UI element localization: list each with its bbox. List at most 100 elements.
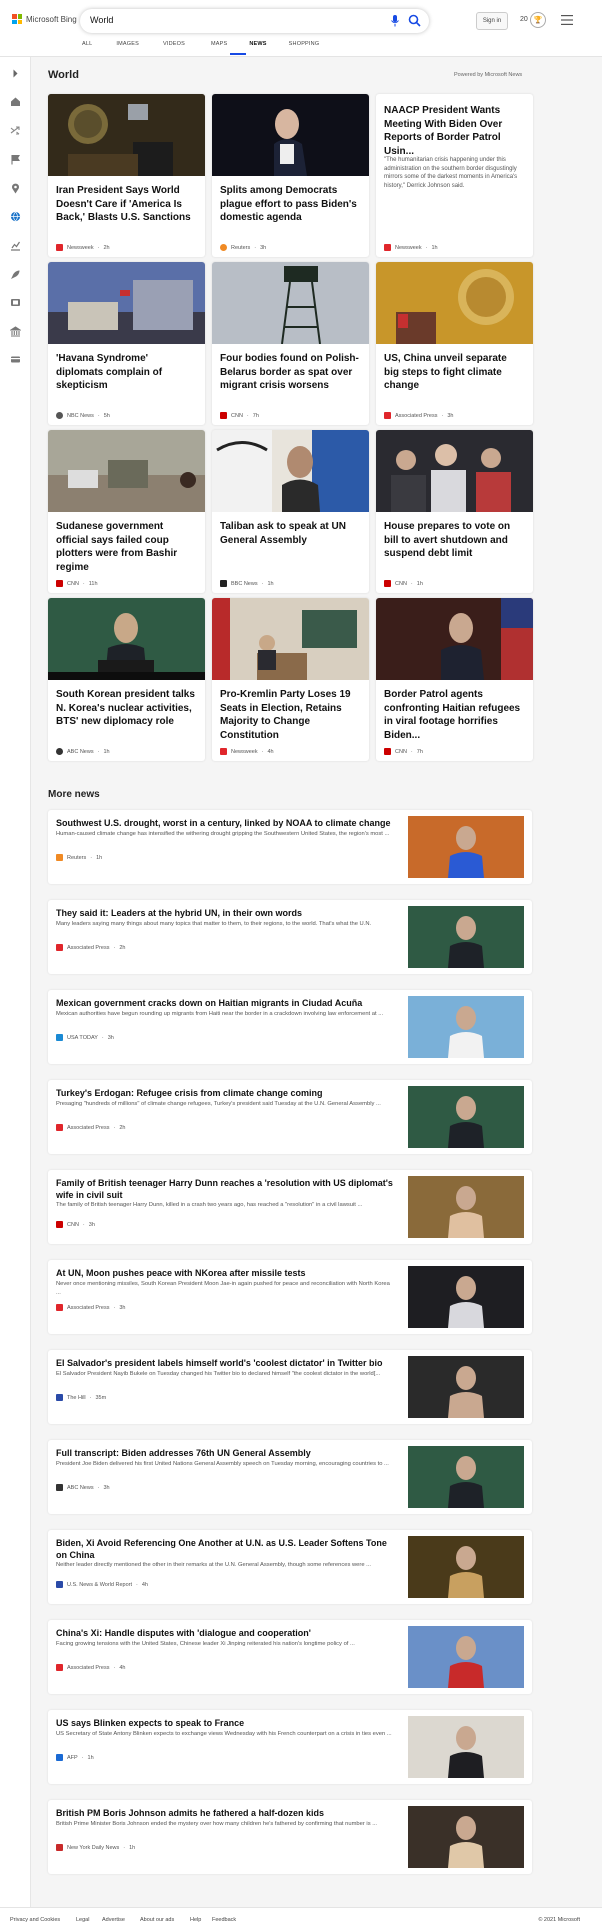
news-list-item[interactable]: Turkey's Erdogan: Refugee crisis from cl… bbox=[48, 1080, 532, 1154]
news-headline[interactable]: Splits among Democrats plague effort to … bbox=[220, 184, 360, 225]
rewards-trophy-icon[interactable]: 🏆 bbox=[530, 12, 546, 28]
news-headline[interactable]: Sudanese government official says failed… bbox=[56, 520, 196, 574]
bank-icon[interactable] bbox=[10, 326, 21, 337]
news-headline[interactable]: Iran President Says World Doesn't Care i… bbox=[56, 184, 196, 225]
news-card[interactable]: Border Patrol agents confronting Haitian… bbox=[376, 598, 533, 761]
news-headline[interactable]: At UN, Moon pushes peace with NKorea aft… bbox=[56, 1267, 396, 1279]
news-list-item[interactable]: Southwest U.S. drought, worst in a centu… bbox=[48, 810, 532, 884]
news-list-item[interactable]: Family of British teenager Harry Dunn re… bbox=[48, 1170, 532, 1244]
home-icon[interactable] bbox=[10, 96, 21, 107]
section-title-more-news: More news bbox=[48, 789, 100, 800]
news-source: BBC News · 1h bbox=[220, 580, 274, 587]
tab-maps[interactable]: MAPS bbox=[211, 41, 227, 47]
news-image bbox=[212, 598, 369, 680]
news-headline[interactable]: Southwest U.S. drought, worst in a centu… bbox=[56, 817, 396, 829]
footer-link-advertise[interactable]: Advertise bbox=[102, 1917, 125, 1923]
location-icon[interactable] bbox=[10, 183, 21, 194]
section-title-world: World bbox=[48, 69, 79, 81]
news-card[interactable]: Pro-Kremlin Party Loses 19 Seats in Elec… bbox=[212, 598, 369, 761]
news-headline[interactable]: South Korean president talks N. Korea's … bbox=[56, 688, 196, 729]
source-logo-icon bbox=[56, 1484, 63, 1491]
news-headline[interactable]: 'Havana Syndrome' diplomats complain of … bbox=[56, 352, 196, 393]
news-card[interactable]: Four bodies found on Polish-Belarus bord… bbox=[212, 262, 369, 425]
ap-logo-icon bbox=[384, 412, 391, 419]
news-card[interactable]: Iran President Says World Doesn't Care i… bbox=[48, 94, 205, 257]
footer-link-feedback[interactable]: Feedback bbox=[212, 1917, 236, 1923]
news-headline[interactable]: China's Xi: Handle disputes with 'dialog… bbox=[56, 1627, 396, 1639]
news-headline[interactable]: House prepares to vote on bill to avert … bbox=[384, 520, 524, 561]
news-card[interactable]: House prepares to vote on bill to avert … bbox=[376, 430, 533, 593]
news-card[interactable]: Splits among Democrats plague effort to … bbox=[212, 94, 369, 257]
shuffle-icon[interactable] bbox=[10, 125, 21, 136]
card-icon[interactable] bbox=[10, 354, 21, 365]
news-headline[interactable]: British PM Boris Johnson admits he fathe… bbox=[56, 1807, 396, 1819]
news-list-item[interactable]: Mexican government cracks down on Haitia… bbox=[48, 990, 532, 1064]
news-headline[interactable]: Biden, Xi Avoid Referencing One Another … bbox=[56, 1537, 396, 1561]
news-image bbox=[408, 816, 524, 878]
microphone-icon[interactable] bbox=[390, 15, 400, 27]
tab-shopping[interactable]: SHOPPING bbox=[289, 41, 320, 47]
news-list-item[interactable]: Full transcript: Biden addresses 76th UN… bbox=[48, 1440, 532, 1514]
news-list-item[interactable]: El Salvador's president labels himself w… bbox=[48, 1350, 532, 1424]
footer-link-about-ads[interactable]: About our ads bbox=[140, 1917, 174, 1923]
news-list-item[interactable]: They said it: Leaders at the hybrid UN, … bbox=[48, 900, 532, 974]
tab-images[interactable]: IMAGES bbox=[116, 41, 139, 47]
news-snippet: Human-caused climate change has intensif… bbox=[56, 831, 390, 837]
footer-link-help[interactable]: Help bbox=[190, 1917, 201, 1923]
news-card[interactable]: South Korean president talks N. Korea's … bbox=[48, 598, 205, 761]
brand-name: Microsoft Bing bbox=[26, 14, 77, 24]
news-headline[interactable]: NAACP President Wants Meeting With Biden… bbox=[384, 104, 524, 158]
news-list-item[interactable]: British PM Boris Johnson admits he fathe… bbox=[48, 1800, 532, 1874]
chevron-right-icon[interactable] bbox=[10, 68, 21, 79]
news-source: NBC News · 5h bbox=[56, 412, 110, 419]
news-source: AFP · 1h bbox=[56, 1754, 94, 1761]
news-headline[interactable]: US says Blinken expects to speak to Fran… bbox=[56, 1717, 396, 1729]
news-card[interactable]: NAACP President Wants Meeting With Biden… bbox=[376, 94, 533, 257]
copyright: © 2021 Microsoft bbox=[538, 1917, 580, 1923]
news-image bbox=[408, 1626, 524, 1688]
search-box[interactable]: World bbox=[80, 9, 429, 33]
abc-logo-icon bbox=[56, 748, 63, 755]
news-headline[interactable]: Family of British teenager Harry Dunn re… bbox=[56, 1177, 396, 1201]
hamburger-menu-icon[interactable] bbox=[561, 15, 573, 25]
tab-news[interactable]: NEWS bbox=[249, 41, 266, 47]
chart-icon[interactable] bbox=[10, 240, 21, 251]
news-headline[interactable]: Pro-Kremlin Party Loses 19 Seats in Elec… bbox=[220, 688, 360, 742]
news-source: Associated Press · 3h bbox=[384, 412, 453, 419]
news-headline[interactable]: They said it: Leaders at the hybrid UN, … bbox=[56, 907, 396, 919]
news-headline[interactable]: Four bodies found on Polish-Belarus bord… bbox=[220, 352, 360, 393]
rocket-icon[interactable] bbox=[10, 269, 21, 280]
news-list-item[interactable]: At UN, Moon pushes peace with NKorea aft… bbox=[48, 1260, 532, 1334]
news-list-item[interactable]: US says Blinken expects to speak to Fran… bbox=[48, 1710, 532, 1784]
tab-all[interactable]: ALL bbox=[82, 41, 92, 47]
news-card[interactable]: Sudanese government official says failed… bbox=[48, 430, 205, 593]
rewards-points: 20 bbox=[520, 16, 528, 23]
news-headline[interactable]: US, China unveil separate big steps to f… bbox=[384, 352, 524, 393]
news-headline[interactable]: Turkey's Erdogan: Refugee crisis from cl… bbox=[56, 1087, 396, 1099]
news-card[interactable]: US, China unveil separate big steps to f… bbox=[376, 262, 533, 425]
news-image bbox=[376, 598, 533, 680]
news-card[interactable]: 'Havana Syndrome' diplomats complain of … bbox=[48, 262, 205, 425]
news-headline[interactable]: El Salvador's president labels himself w… bbox=[56, 1357, 396, 1369]
tab-videos[interactable]: VIDEOS bbox=[163, 41, 185, 47]
news-headline[interactable]: Border Patrol agents confronting Haitian… bbox=[384, 688, 524, 742]
news-list-item[interactable]: Biden, Xi Avoid Referencing One Another … bbox=[48, 1530, 532, 1604]
footer-link-legal[interactable]: Legal bbox=[76, 1917, 89, 1923]
news-list-item[interactable]: China's Xi: Handle disputes with 'dialog… bbox=[48, 1620, 532, 1694]
globe-icon[interactable] bbox=[10, 211, 21, 222]
search-input[interactable]: World bbox=[90, 15, 113, 25]
bing-logo[interactable]: Microsoft Bing bbox=[12, 14, 77, 24]
news-card[interactable]: Taliban ask to speak at UN General Assem… bbox=[212, 430, 369, 593]
news-headline[interactable]: Full transcript: Biden addresses 76th UN… bbox=[56, 1447, 396, 1459]
news-headline[interactable]: Mexican government cracks down on Haitia… bbox=[56, 997, 396, 1009]
footer-link-privacy[interactable]: Privacy and Cookies bbox=[10, 1917, 60, 1923]
news-image bbox=[408, 1356, 524, 1418]
search-icon[interactable] bbox=[408, 14, 421, 27]
news-headline[interactable]: Taliban ask to speak at UN General Assem… bbox=[220, 520, 360, 547]
newsweek-logo-icon bbox=[384, 244, 391, 251]
film-icon[interactable] bbox=[10, 297, 21, 308]
sign-in-button[interactable]: Sign in bbox=[476, 12, 508, 30]
powered-by-label[interactable]: Powered by Microsoft News bbox=[454, 72, 522, 78]
news-source: CNN · 7h bbox=[220, 412, 259, 419]
flag-icon[interactable] bbox=[10, 154, 21, 165]
